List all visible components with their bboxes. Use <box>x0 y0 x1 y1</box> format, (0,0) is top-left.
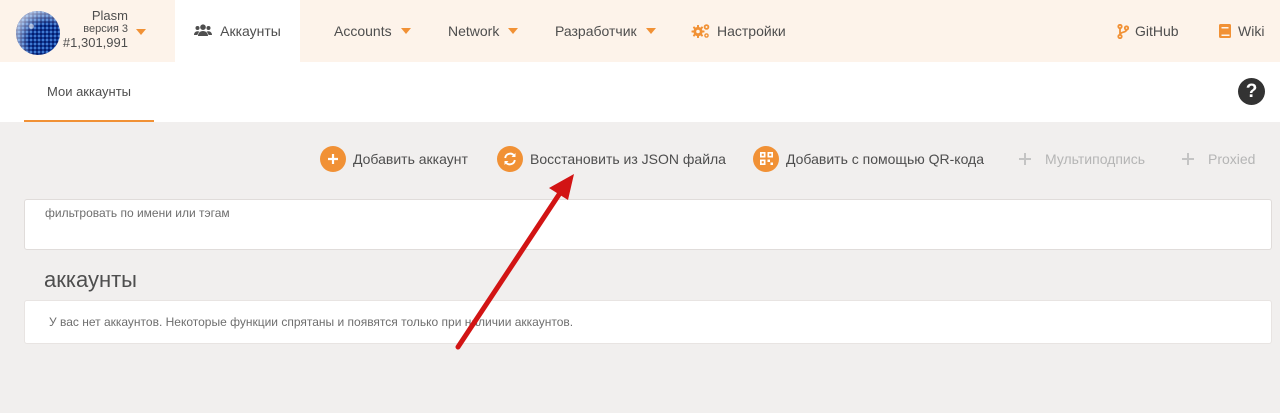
proxied-button[interactable]: Proxied <box>1181 145 1255 172</box>
sub-tabbar: Мои аккаунты <box>0 62 1280 122</box>
nav-menu-settings[interactable]: Настройки <box>691 0 786 62</box>
nav-menu-network[interactable]: Network <box>448 0 519 62</box>
button-label: Мультиподпись <box>1045 150 1146 167</box>
nav-menu-label: Настройки <box>717 23 786 39</box>
help-icon[interactable]: ? <box>1238 78 1265 105</box>
chain-logo-icon[interactable] <box>16 11 60 55</box>
button-label: Добавить с помощью QR-кода <box>786 150 985 167</box>
accounts-section-title: аккаунты <box>44 267 137 292</box>
plus-icon <box>1181 152 1195 166</box>
nav-tab-accounts-ru[interactable]: Аккаунты <box>175 0 300 62</box>
button-label: Добавить аккаунт <box>353 150 468 167</box>
sync-icon <box>497 145 523 172</box>
plus-icon <box>1018 152 1032 166</box>
empty-message: У вас нет аккаунтов. Некоторые функции с… <box>49 315 574 329</box>
restore-json-button[interactable]: Восстановить из JSON файла <box>497 145 726 172</box>
tab-my-accounts[interactable]: Мои аккаунты <box>24 62 154 122</box>
qrcode-icon <box>753 145 779 172</box>
nav-menu-developer[interactable]: Разработчик <box>555 0 656 62</box>
chevron-down-icon <box>508 28 519 34</box>
chain-block-number: #1,301,991 <box>62 35 128 50</box>
button-label: Восстановить из JSON файла <box>530 150 726 167</box>
accounts-empty-panel: У вас нет аккаунтов. Некоторые функции с… <box>24 300 1272 344</box>
cogs-icon <box>691 23 711 39</box>
add-account-button[interactable]: Добавить аккаунт <box>320 145 468 172</box>
chain-name: Plasm <box>91 8 128 23</box>
filter-input[interactable]: фильтровать по имени или тэгам <box>24 199 1272 250</box>
nav-menu-accounts[interactable]: Accounts <box>334 0 411 62</box>
add-qr-button[interactable]: Добавить с помощью QR-кода <box>753 145 984 172</box>
chevron-down-icon[interactable] <box>136 29 146 35</box>
top-navbar: Plasm версия 3 #1,301,991 Аккаунты Accou… <box>0 0 1280 62</box>
code-branch-icon <box>1117 23 1129 39</box>
nav-menu-label: Network <box>448 23 500 39</box>
plus-icon <box>320 145 346 172</box>
users-icon <box>194 23 213 39</box>
nav-menu-label: Accounts <box>334 23 392 39</box>
github-label: GitHub <box>1135 23 1179 39</box>
wiki-link[interactable]: Wiki <box>1219 0 1264 62</box>
nav-menu-label: Разработчик <box>555 23 637 39</box>
button-label: Proxied <box>1208 150 1256 167</box>
wiki-label: Wiki <box>1238 23 1265 39</box>
nav-tab-label: Аккаунты <box>220 23 281 39</box>
chain-selector[interactable]: Plasm версия 3 #1,301,991 <box>60 9 128 50</box>
filter-label: фильтровать по имени или тэгам <box>45 206 230 220</box>
book-icon <box>1219 24 1231 38</box>
chevron-down-icon <box>645 28 656 34</box>
multisig-button[interactable]: Мультиподпись <box>1018 145 1145 172</box>
tab-label: Мои аккаунты <box>46 83 132 99</box>
chevron-down-icon <box>400 28 411 34</box>
github-link[interactable]: GitHub <box>1117 0 1179 62</box>
